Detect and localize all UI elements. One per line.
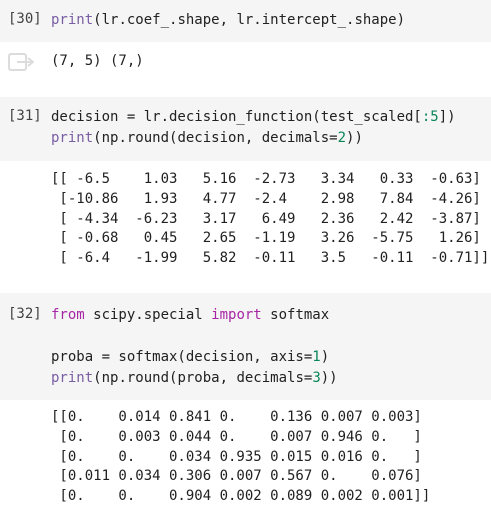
code-line[interactable]: print(np.round(proba, decimals=3)) xyxy=(51,368,338,389)
cell-32-output-line: [[0. 0.014 0.841 0. 0.136 0.007 0.003] xyxy=(51,409,422,425)
code-line[interactable]: decision = lr.decision_function(test_sca… xyxy=(51,107,456,128)
cell-31-output-line: [ -6.4 -1.99 5.82 -0.11 3.5 -0.11 -0.71]… xyxy=(51,250,490,266)
cell-30-output: (7, 5) (7,) xyxy=(51,53,144,69)
number-token: 2 xyxy=(337,130,347,146)
cell-31-output-line: [[ -6.5 1.03 5.16 -2.73 3.34 0.33 -0.63] xyxy=(51,171,481,187)
cell-prompt: [32] xyxy=(8,306,42,322)
print-token: print xyxy=(51,370,94,386)
code-line[interactable]: print(lr.coef_.shape, lr.intercept_.shap… xyxy=(51,10,405,31)
cell-prompt: [30] xyxy=(8,11,42,27)
output-collapse-icon[interactable] xyxy=(8,52,34,72)
cell-prompt: [31] xyxy=(8,108,42,124)
cell-32-output-line: [0.011 0.034 0.306 0.007 0.567 0. 0.076] xyxy=(51,468,422,484)
cell-31-output-line: [-10.86 1.93 4.77 -2.4 2.98 7.84 -4.26] xyxy=(51,191,481,207)
number-token: :5 xyxy=(421,109,439,125)
print-token: print xyxy=(51,130,94,146)
cell-31-input[interactable]: [31] decision = lr.decision_function(tes… xyxy=(0,97,491,161)
number-token: 1 xyxy=(312,349,321,365)
cell-32-output-line: [0. 0.003 0.044 0. 0.007 0.946 0. ] xyxy=(51,429,422,445)
print-token: print xyxy=(51,12,94,28)
cell-32-output-line: [0. 0. 0.034 0.935 0.015 0.016 0. ] xyxy=(51,449,422,465)
code-line[interactable]: from scipy.special import softmax xyxy=(51,305,329,326)
cell-32-output-line: [0. 0. 0.904 0.002 0.089 0.002 0.001]] xyxy=(51,488,431,504)
code-line[interactable]: proba = softmax(decision, axis=1) xyxy=(51,347,329,368)
number-token: 3 xyxy=(312,370,321,386)
import-token: import xyxy=(211,307,262,323)
from-token: from xyxy=(51,307,85,323)
cell-31-output-line: [ -4.34 -6.23 3.17 6.49 2.36 2.42 -3.87] xyxy=(51,211,481,227)
cell-31-output-line: [ -0.68 0.45 2.65 -1.19 3.26 -5.75 1.26] xyxy=(51,230,481,246)
cell-30-input[interactable]: [30] print(lr.coef_.shape, lr.intercept_… xyxy=(0,0,491,42)
cell-32-input[interactable]: [32] from scipy.special import softmax p… xyxy=(0,293,491,400)
code-line[interactable]: print(np.round(decision, decimals=2)) xyxy=(51,128,363,149)
code-text: print(lr.coef_.shape, lr.intercept_.shap… xyxy=(51,12,406,28)
